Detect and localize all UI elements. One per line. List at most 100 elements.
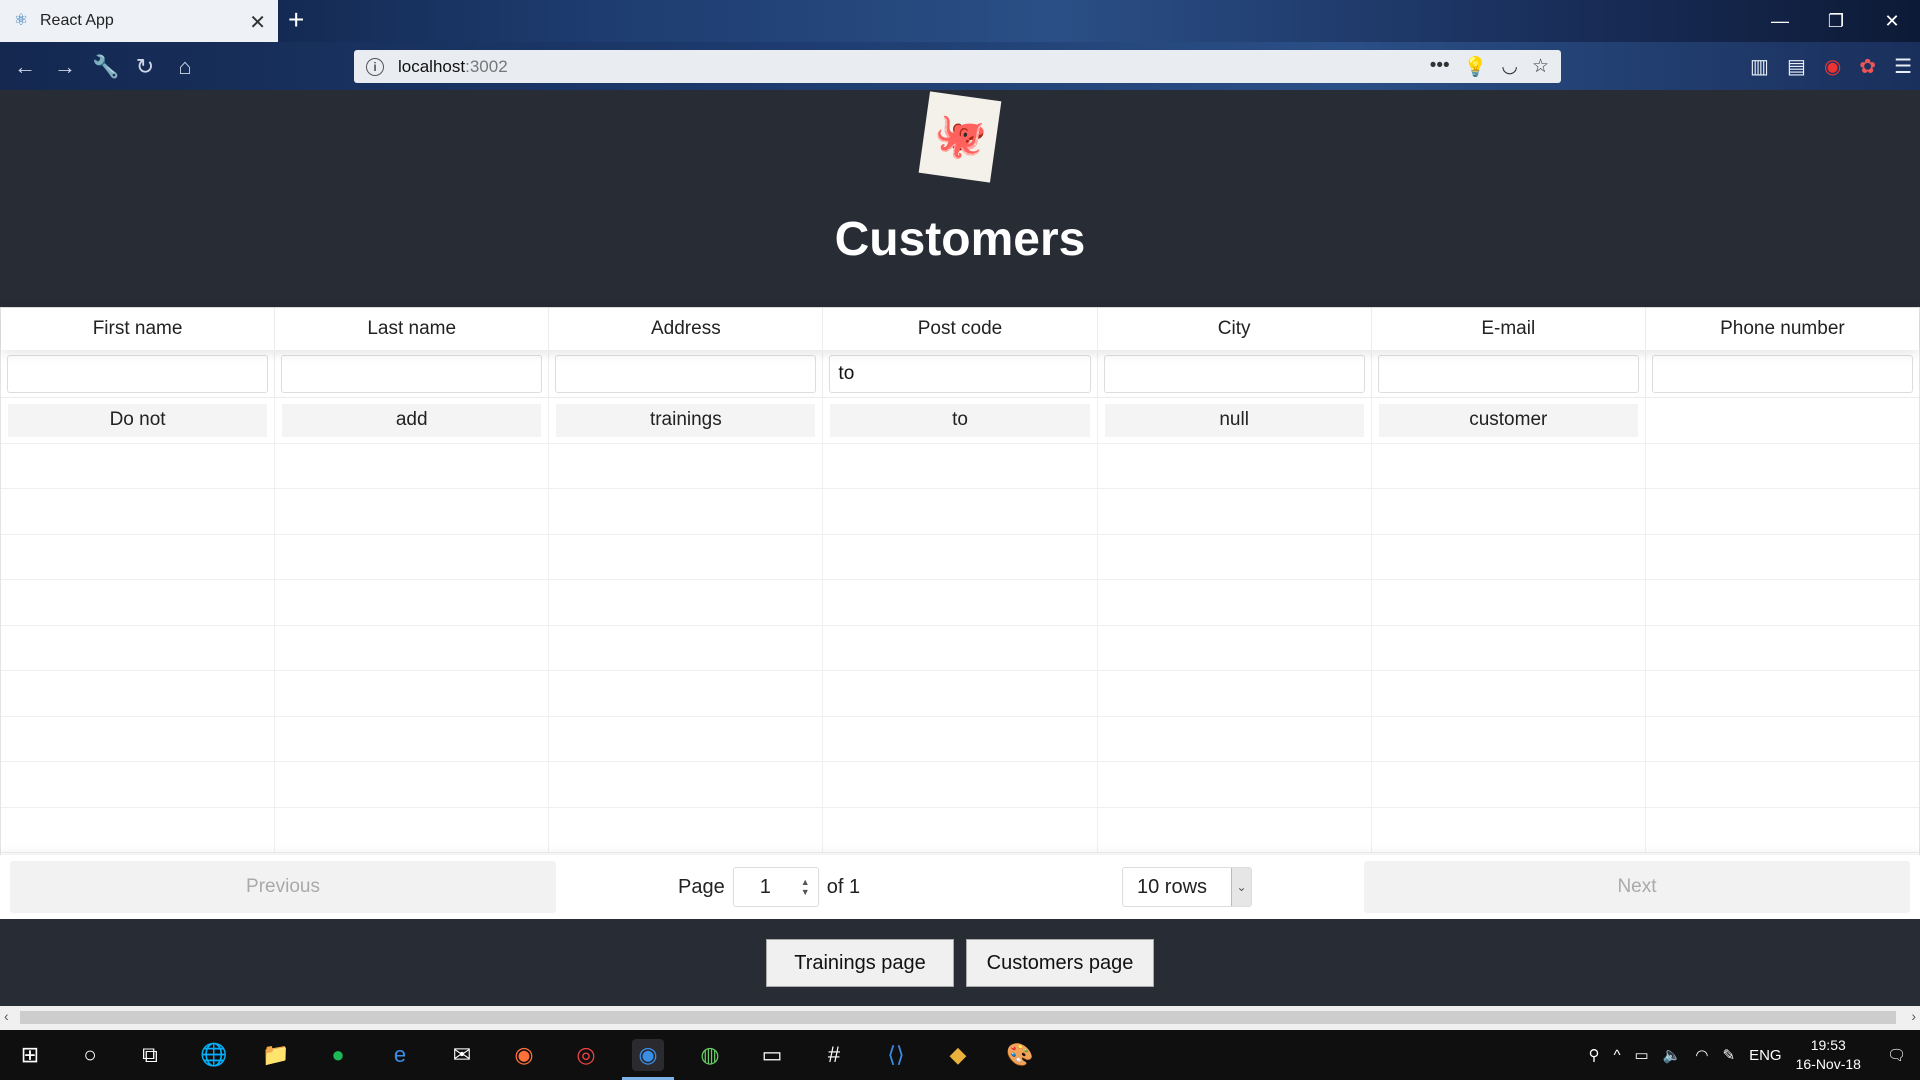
url-host: localhost: [398, 56, 466, 76]
browser-titlebar: ⚛ React App ✕ + — ❐ ✕: [0, 0, 1920, 42]
chrome-icon[interactable]: ◎: [570, 1039, 602, 1071]
next-button[interactable]: Next: [1364, 861, 1910, 913]
paint-icon[interactable]: 🎨: [1004, 1039, 1036, 1071]
more-icon[interactable]: •••: [1430, 55, 1450, 79]
slack-icon[interactable]: #: [818, 1039, 850, 1071]
cell-first-name: Do not: [8, 404, 268, 437]
search-icon[interactable]: ○: [74, 1039, 106, 1071]
filter-address-input[interactable]: [555, 355, 817, 393]
windows-start-icon[interactable]: ⊞: [14, 1039, 46, 1071]
minimize-icon[interactable]: —: [1752, 0, 1808, 42]
table-row-empty: [1, 807, 1919, 853]
column-header-city[interactable]: City: [1098, 308, 1372, 350]
table-row-empty: [1, 625, 1919, 671]
filter-email-input[interactable]: [1377, 355, 1639, 393]
clock-date: 16-Nov-18: [1795, 1056, 1861, 1072]
firefox-icon[interactable]: ◉: [508, 1039, 540, 1071]
app-diamond-icon[interactable]: ◆: [942, 1039, 974, 1071]
trainings-page-button[interactable]: Trainings page: [766, 939, 954, 987]
wrench-icon[interactable]: 🔧: [92, 54, 119, 80]
back-icon[interactable]: ←: [12, 54, 38, 80]
browser-tab[interactable]: ⚛ React App ✕: [0, 0, 278, 42]
pen-icon[interactable]: ✎: [1722, 1046, 1735, 1064]
customers-page-button[interactable]: Customers page: [966, 939, 1154, 987]
clock[interactable]: 19:53 16-Nov-18: [1796, 1036, 1861, 1074]
table-row-empty: [1, 762, 1919, 808]
table-row-empty: [1, 534, 1919, 580]
filter-post-code-input[interactable]: [829, 355, 1091, 393]
column-header-phone-number[interactable]: Phone number: [1646, 308, 1919, 350]
bottom-navigation: Trainings page Customers page: [0, 919, 1920, 1006]
scroll-right-icon[interactable]: ›: [1911, 1008, 1916, 1024]
sidebar-icon[interactable]: ▤: [1787, 54, 1806, 79]
cell-post-code: to: [830, 404, 1090, 437]
task-view-icon[interactable]: ⧉: [134, 1039, 166, 1071]
cell-phone-number: [1653, 404, 1912, 437]
filter-last-name-input[interactable]: [281, 355, 543, 393]
pocket-icon[interactable]: ◡: [1501, 55, 1518, 79]
previous-button[interactable]: Previous: [10, 861, 556, 913]
people-icon[interactable]: ⚲: [1588, 1046, 1599, 1064]
column-header-post-code[interactable]: Post code: [823, 308, 1098, 350]
home-icon[interactable]: ⌂: [172, 54, 198, 80]
terminal-icon[interactable]: ▭: [756, 1039, 788, 1071]
fingerprint-app-icon[interactable]: ◍: [694, 1039, 726, 1071]
scroll-left-icon[interactable]: ‹: [4, 1008, 9, 1024]
table-row-empty: [1, 671, 1919, 717]
current-page-value: 1: [759, 875, 771, 898]
extension-icon[interactable]: ✿: [1859, 54, 1876, 79]
cell-last-name: add: [282, 404, 542, 437]
filter-first-name-input[interactable]: [7, 355, 269, 393]
spinner-arrows-icon[interactable]: ▲ ▼: [801, 877, 810, 897]
tray-expand-icon[interactable]: ^: [1613, 1047, 1620, 1064]
pagination-bar: Previous Page 1 ▲ ▼ of 1 10 rows ⌄ Next: [0, 855, 1920, 919]
url-bar[interactable]: i localhost:3002 ••• 💡 ◡ ☆: [354, 50, 1561, 83]
new-tab-icon[interactable]: +: [288, 4, 304, 36]
opera-extension-icon[interactable]: ◉: [1824, 54, 1841, 79]
page-label: Page: [678, 875, 725, 898]
lightbulb-icon[interactable]: 💡: [1464, 55, 1488, 79]
file-explorer-icon[interactable]: 📁: [260, 1039, 292, 1071]
vscode-icon[interactable]: ⟨⟩: [880, 1039, 912, 1071]
column-header-email[interactable]: E-mail: [1372, 308, 1646, 350]
library-icon[interactable]: ▥: [1750, 54, 1769, 79]
system-tray: ⚲ ^ ▭ 🔈 ◠ ✎ ENG 19:53 16-Nov-18 🗨: [1588, 1030, 1920, 1080]
horizontal-scrollbar[interactable]: ‹ ›: [0, 1006, 1920, 1030]
battery-icon[interactable]: ▭: [1635, 1046, 1649, 1064]
bookmark-star-icon[interactable]: ☆: [1532, 55, 1549, 79]
edge-icon[interactable]: e: [384, 1039, 416, 1071]
reload-icon[interactable]: ↻: [132, 54, 158, 80]
react-icon: ⚛: [13, 12, 29, 29]
globe-app-icon[interactable]: 🌐: [198, 1039, 230, 1071]
close-window-icon[interactable]: ✕: [1864, 0, 1920, 42]
table-row-empty: [1, 716, 1919, 762]
table-row[interactable]: Do not add trainings to null customer: [1, 398, 1919, 444]
filter-city-input[interactable]: [1103, 355, 1365, 393]
column-header-address[interactable]: Address: [549, 308, 824, 350]
close-tab-icon[interactable]: ✕: [249, 10, 266, 35]
volume-icon[interactable]: 🔈: [1663, 1046, 1682, 1064]
menu-icon[interactable]: ☰: [1894, 54, 1912, 79]
filter-phone-number-input[interactable]: [1651, 355, 1913, 393]
scrollbar-thumb[interactable]: [20, 1011, 1896, 1024]
column-header-first-name[interactable]: First name: [1, 308, 276, 350]
notifications-icon[interactable]: 🗨: [1887, 1046, 1906, 1064]
tab-title: React App: [40, 12, 114, 29]
rows-per-page-value: 10 rows: [1137, 875, 1208, 898]
firefox-developer-icon[interactable]: ◉: [632, 1039, 664, 1071]
info-icon[interactable]: i: [366, 57, 384, 76]
forward-icon[interactable]: →: [52, 54, 78, 80]
chevron-down-icon[interactable]: ⌄: [1231, 868, 1251, 906]
page-number-input[interactable]: 1 ▲ ▼: [732, 867, 819, 907]
browser-navbar: ← → 🔧 ↻ ⌂ i localhost:3002 ••• 💡 ◡ ☆ ▥ ▤…: [0, 42, 1920, 90]
filter-row: [1, 350, 1919, 398]
windows-taskbar: ⊞ ○ ⧉ 🌐 📁 ● e ✉ ◉ ◎ ◉ ◍ ▭ # ⟨⟩ ◆ 🎨 ⚲ ^ ▭…: [0, 1030, 1920, 1080]
cell-email: customer: [1378, 404, 1638, 437]
mail-icon[interactable]: ✉: [446, 1039, 478, 1071]
rows-per-page-select[interactable]: 10 rows ⌄: [1122, 867, 1252, 907]
spotify-icon[interactable]: ●: [322, 1039, 354, 1071]
wifi-icon[interactable]: ◠: [1695, 1046, 1708, 1064]
restore-icon[interactable]: ❐: [1808, 0, 1864, 42]
column-header-last-name[interactable]: Last name: [275, 308, 550, 350]
language-indicator[interactable]: ENG: [1749, 1047, 1782, 1064]
